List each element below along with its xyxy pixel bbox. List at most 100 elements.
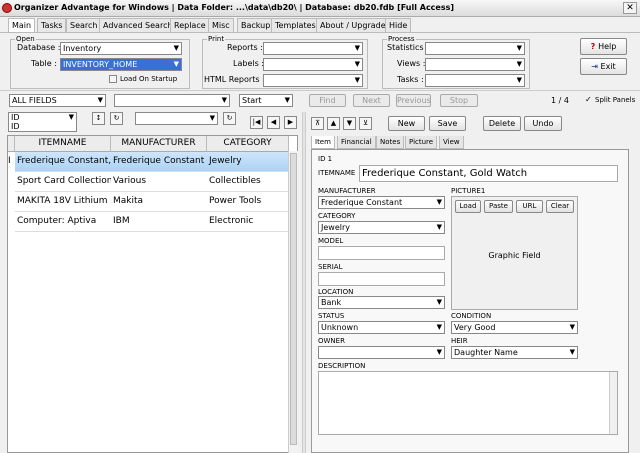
tab-backup[interactable]: Backup (237, 18, 275, 32)
tab-notes[interactable]: Notes (376, 136, 405, 149)
itemname-field[interactable]: Frederique Constant, Gold Watch (359, 165, 618, 182)
category-select[interactable]: Jewelry ▼ (318, 221, 445, 234)
search-text-input[interactable]: ▼ (114, 94, 230, 107)
statistics-label: Statistics : (387, 43, 429, 52)
item-tab-bar: Item Financial Notes Picture View (311, 136, 629, 149)
model-label: MODEL (318, 237, 344, 245)
reports-select[interactable]: ▼ (263, 42, 363, 55)
grid-corner (8, 136, 15, 152)
close-window-button[interactable]: ✕ (623, 2, 637, 14)
panel-splitter[interactable] (302, 112, 306, 453)
tab-search[interactable]: Search (66, 18, 102, 32)
tab-tasks[interactable]: Tasks (37, 18, 67, 32)
cell-manufacturer: Frederique Constant (111, 152, 207, 172)
cell-category: Collectibles (207, 172, 296, 192)
last-item-button[interactable]: ⊻ (359, 117, 372, 130)
undo-button[interactable]: Undo (524, 116, 562, 131)
tab-picture[interactable]: Picture (405, 136, 438, 149)
filter-select[interactable]: ▼ (135, 112, 218, 125)
first-item-button[interactable]: ⊼ (311, 117, 324, 130)
statistics-select[interactable]: ▼ (425, 42, 525, 55)
record-form: ID 1 ITEMNAME Frederique Constant, Gold … (311, 149, 629, 453)
heir-select[interactable]: Daughter Name ▼ (451, 346, 578, 359)
tab-main[interactable]: Main (8, 18, 36, 32)
sort-direction-button[interactable]: ↕ (92, 112, 105, 125)
sort-field-select[interactable]: ID ID ▼ (8, 112, 77, 132)
labels-select[interactable]: ▼ (263, 58, 363, 71)
picture-url-button[interactable]: URL (516, 200, 543, 213)
save-button[interactable]: Save (429, 116, 466, 131)
picture-paste-button[interactable]: Paste (484, 200, 513, 213)
print-group: Print Reports : ▼ Labels : ▼ HTML Report… (202, 35, 368, 89)
tab-about-upgrade[interactable]: About / Upgrade (316, 18, 390, 32)
table-row[interactable]: Computer: Aptiva IBM Electronic (15, 212, 296, 232)
views-select[interactable]: ▼ (425, 58, 525, 71)
process-group: Process Statistics : ▼ Views : ▼ Tasks :… (382, 35, 530, 89)
tab-view[interactable]: View (439, 136, 464, 149)
table-select[interactable]: INVENTORY_HOME ▼ (60, 58, 182, 71)
description-textarea[interactable] (318, 371, 618, 435)
tab-advanced-search[interactable]: Advanced Search (99, 18, 177, 32)
condition-select[interactable]: Very Good ▼ (451, 321, 578, 334)
itemname-label: ITEMNAME (318, 169, 356, 177)
split-panels-label: Split Panels (595, 96, 636, 104)
location-select[interactable]: Bank ▼ (318, 296, 445, 309)
table-row[interactable]: Frederique Constant, Frederique Constant… (15, 152, 296, 172)
tab-item[interactable]: Item (311, 136, 335, 149)
next-button[interactable]: Next (353, 94, 390, 107)
tasks-select[interactable]: ▼ (425, 74, 525, 87)
description-label: DESCRIPTION (318, 362, 366, 370)
grid-scrollbar[interactable] (288, 151, 298, 453)
help-button[interactable]: ? Help (580, 38, 627, 55)
scroll-thumb[interactable] (290, 153, 297, 445)
search-field-select[interactable]: ALL FIELDS ▼ (9, 94, 106, 107)
table-row[interactable]: MAKITA 18V Lithium Makita Power Tools (15, 192, 296, 212)
tab-replace[interactable]: Replace (170, 18, 210, 32)
condition-label: CONDITION (451, 312, 492, 320)
manufacturer-select[interactable]: Frederique Constant ▼ (318, 196, 445, 209)
column-header-manufacturer[interactable]: MANUFACTURER (111, 136, 207, 152)
next-record-button[interactable]: ▶ (284, 116, 297, 129)
tab-hide[interactable]: Hide (385, 18, 412, 32)
column-header-itemname[interactable]: ITEMNAME (15, 136, 111, 152)
location-label: LOCATION (318, 288, 354, 296)
open-group: Open Database : Inventory ▼ Table : INVEN… (10, 35, 190, 89)
cell-manufacturer: Makita (111, 192, 207, 212)
refresh-filter-button[interactable]: ↻ (223, 112, 236, 125)
previous-record-button[interactable]: ◀ (267, 116, 280, 129)
model-field[interactable] (318, 246, 445, 260)
process-legend: Process (387, 35, 416, 43)
column-header-category[interactable]: CATEGORY (207, 136, 289, 152)
serial-field[interactable] (318, 272, 445, 286)
tab-misc[interactable]: Misc (208, 18, 234, 32)
stop-button[interactable]: Stop (440, 94, 478, 107)
tab-financial[interactable]: Financial (337, 136, 376, 149)
down-item-button[interactable]: ▼ (343, 117, 356, 130)
exit-button[interactable]: ⇥ Exit (580, 58, 627, 75)
table-row[interactable]: Sport Card Collection Various Collectibl… (15, 172, 296, 192)
app-icon (2, 3, 12, 13)
description-scrollbar[interactable] (609, 372, 617, 434)
split-panels-checkbox[interactable]: ✓ (585, 95, 592, 104)
cell-category: Power Tools (207, 192, 296, 212)
find-button[interactable]: Find (309, 94, 346, 107)
up-item-button[interactable]: ▲ (327, 117, 340, 130)
owner-select[interactable]: ▼ (318, 346, 445, 359)
html-reports-select[interactable]: ▼ (263, 74, 363, 87)
serial-label: SERIAL (318, 263, 343, 271)
refresh-sort-button[interactable]: ↻ (110, 112, 123, 125)
database-select[interactable]: Inventory ▼ (60, 42, 182, 55)
new-button[interactable]: New (388, 116, 425, 131)
search-mode-select[interactable]: Start ▼ (239, 94, 293, 107)
load-on-startup-checkbox[interactable] (109, 75, 117, 83)
first-record-button[interactable]: |◀ (250, 116, 263, 129)
tab-templates[interactable]: Templates (271, 18, 320, 32)
picture-clear-button[interactable]: Clear (546, 200, 574, 213)
views-label: Views : (397, 59, 426, 68)
status-select[interactable]: Unknown ▼ (318, 321, 445, 334)
delete-button[interactable]: Delete (483, 116, 521, 131)
previous-button[interactable]: Previous (396, 94, 431, 107)
picture-load-button[interactable]: Load (455, 200, 481, 213)
cell-itemname: Frederique Constant, (15, 152, 111, 172)
table-label: Table : (31, 59, 57, 68)
